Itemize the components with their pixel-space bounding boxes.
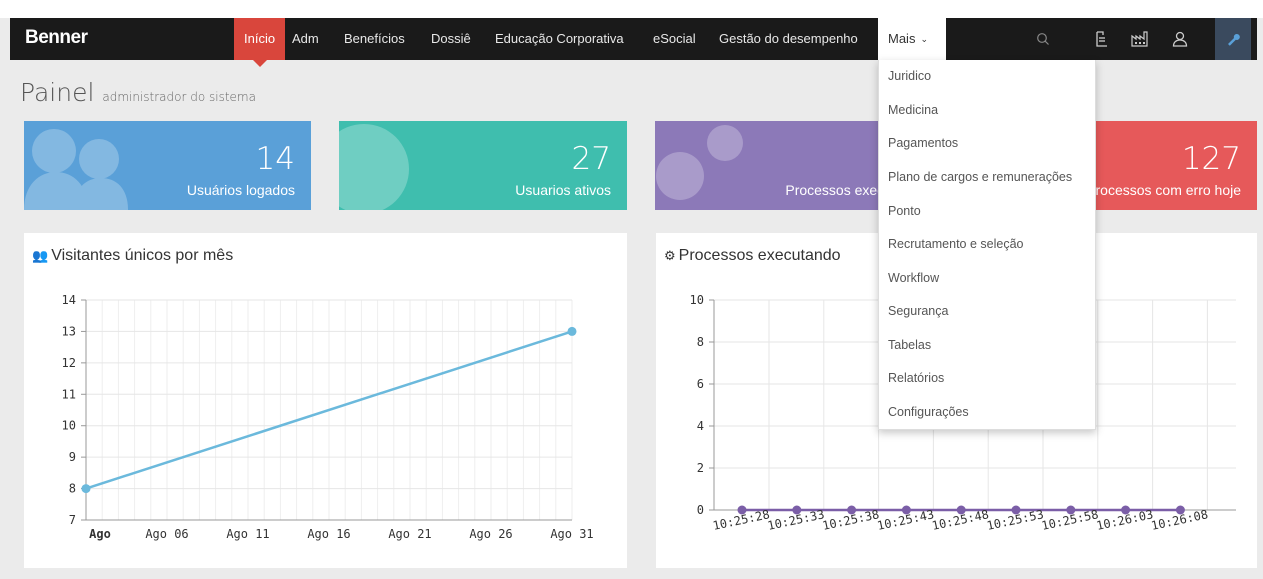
page-title: Painel administrador do sistema xyxy=(20,78,256,107)
mais-dropdown-menu: Juridico Medicina Pagamentos Plano de ca… xyxy=(878,60,1096,430)
y-tick-label: 8 xyxy=(69,482,76,496)
nav-esocial[interactable]: eSocial xyxy=(643,18,706,60)
nav-gestao-desempenho[interactable]: Gestão do desempenho xyxy=(709,18,868,60)
wrench-icon[interactable] xyxy=(1215,18,1251,60)
menu-item-relatorios[interactable]: Relatórios xyxy=(888,371,944,385)
tile-label: Usuarios ativos xyxy=(515,182,611,198)
menu-item-medicina[interactable]: Medicina xyxy=(888,103,938,117)
tile-label: Usuários logados xyxy=(186,182,295,198)
tile-value: 14 xyxy=(255,141,295,177)
x-tick-label: Ago 21 xyxy=(388,527,431,541)
page-title-text: Painel xyxy=(20,78,95,107)
menu-item-workflow[interactable]: Workflow xyxy=(888,271,939,285)
data-point xyxy=(81,484,91,494)
nav-educacao-corporativa[interactable]: Educação Corporativa xyxy=(485,18,634,60)
panel-unique-visitors: 👥 Visitantes únicos por mês 7 8 9 10 11 12 13 14… xyxy=(24,233,627,568)
factory-icon[interactable] xyxy=(1123,18,1157,60)
menu-item-pagamentos[interactable]: Pagamentos xyxy=(888,136,958,150)
y-tick-label: 2 xyxy=(697,461,704,475)
tile-logged-users[interactable]: 14 Usuários logados xyxy=(24,121,311,210)
y-tick-label: 12 xyxy=(62,356,76,370)
tile-label: Processos com erro hoje xyxy=(1086,182,1241,198)
top-navbar: Benner Início Adm Benefícios Dossiê Educ… xyxy=(10,18,1257,67)
x-tick-label: Ago 26 xyxy=(469,527,512,541)
tile-active-users[interactable]: 27 Usuarios ativos xyxy=(339,121,627,210)
globe-icon xyxy=(339,124,409,210)
menu-item-ponto[interactable]: Ponto xyxy=(888,204,921,218)
menu-item-tabelas[interactable]: Tabelas xyxy=(888,338,931,352)
y-tick-label: 6 xyxy=(697,377,704,391)
x-tick-label: Ago xyxy=(89,527,111,541)
nav-mais-label: Mais xyxy=(888,31,916,46)
y-tick-label: 8 xyxy=(697,335,704,349)
document-list-icon[interactable] xyxy=(1085,18,1119,60)
users-icon xyxy=(24,129,128,210)
nav-mais[interactable]: Mais ⌄ xyxy=(878,18,946,60)
gears-icon xyxy=(656,125,743,200)
chevron-down-icon: ⌄ xyxy=(920,34,928,44)
x-tick-label: Ago 06 xyxy=(145,527,188,541)
nav-dossie[interactable]: Dossiê xyxy=(421,18,481,60)
menu-item-recrutamento[interactable]: Recrutamento e seleção xyxy=(888,237,1024,251)
nav-beneficios[interactable]: Benefícios xyxy=(334,18,415,60)
x-tick-label: Ago 31 xyxy=(550,527,593,541)
y-tick-label: 7 xyxy=(69,513,76,527)
menu-item-configuracoes[interactable]: Configurações xyxy=(888,405,969,419)
tile-value: 127 xyxy=(1181,141,1241,177)
menu-item-juridico[interactable]: Juridico xyxy=(888,69,931,83)
y-tick-label: 4 xyxy=(697,419,704,433)
x-tick-label: Ago 16 xyxy=(307,527,350,541)
search-icon[interactable] xyxy=(1026,18,1060,60)
tile-value: 27 xyxy=(571,141,611,177)
user-icon[interactable] xyxy=(1163,18,1197,60)
menu-item-plano-cargos[interactable]: Plano de cargos e remunerações xyxy=(888,170,1072,184)
nav-inicio[interactable]: Início xyxy=(234,18,286,67)
data-point xyxy=(567,326,577,336)
y-tick-label: 9 xyxy=(69,450,76,464)
menu-item-seguranca[interactable]: Segurança xyxy=(888,304,948,318)
y-tick-label: 10 xyxy=(62,419,76,433)
x-tick-label: Ago 11 xyxy=(226,527,269,541)
nav-adm[interactable]: Adm xyxy=(282,18,329,60)
y-tick-label: 0 xyxy=(697,503,704,517)
brand-logo[interactable]: Benner xyxy=(25,27,88,49)
y-tick-label: 14 xyxy=(62,293,76,307)
visitors-chart: 7 8 9 10 11 12 13 14 Ago Ago 06 Ago 11 Ago 16 Ago 21… xyxy=(62,293,594,541)
y-tick-label: 13 xyxy=(62,324,76,338)
y-tick-label: 11 xyxy=(62,387,76,401)
top-strip xyxy=(0,0,1263,18)
page-subtitle: administrador do sistema xyxy=(102,90,256,104)
y-tick-label: 10 xyxy=(690,293,704,307)
